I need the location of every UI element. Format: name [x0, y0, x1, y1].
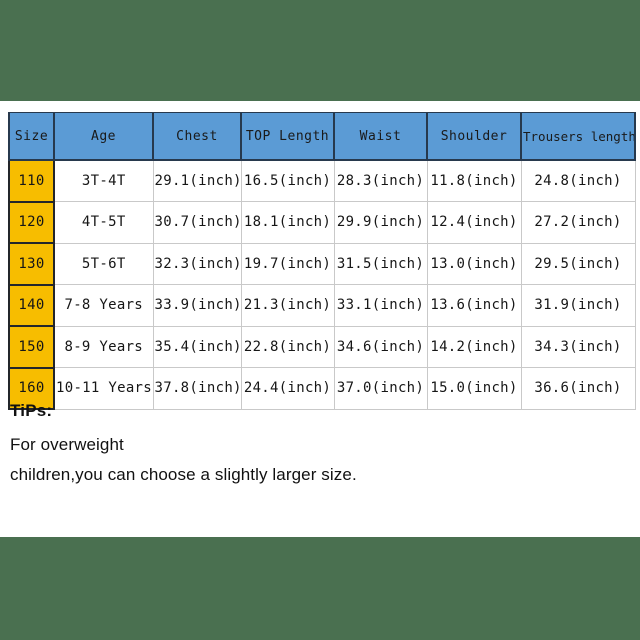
table-body: 110 3T-4T 29.1(inch) 16.5(inch) 28.3(inc… [8, 160, 636, 410]
top-background-band [0, 0, 640, 101]
table-header: Size Age Chest TOP Length Waist Shoulder… [8, 112, 636, 161]
column-header-size: Size [8, 112, 55, 161]
cell-trousers-length: 27.2(inch) [520, 201, 636, 244]
cell-age: 3T-4T [53, 160, 154, 202]
column-header-chest: Chest [152, 112, 242, 161]
cell-waist: 31.5(inch) [333, 243, 428, 285]
size-chart-table-container: Size Age Chest TOP Length Waist Shoulder… [8, 112, 636, 410]
size-chart-table: Size Age Chest TOP Length Waist Shoulder… [8, 112, 636, 410]
cell-age: 8-9 Years [53, 326, 154, 368]
cell-chest: 29.1(inch) [152, 160, 242, 202]
cell-chest: 32.3(inch) [152, 243, 242, 285]
column-header-top-length: TOP Length [240, 112, 335, 161]
cell-waist: 28.3(inch) [333, 160, 428, 202]
cell-shoulder: 12.4(inch) [426, 201, 522, 244]
cell-trousers-length: 34.3(inch) [520, 326, 636, 368]
cell-age: 4T-5T [53, 201, 154, 244]
table-row: 130 5T-6T 32.3(inch) 19.7(inch) 31.5(inc… [8, 243, 636, 286]
cell-age: 7-8 Years [53, 284, 154, 327]
column-header-age: Age [53, 112, 154, 161]
cell-trousers-length: 31.9(inch) [520, 284, 636, 327]
cell-size: 150 [8, 326, 55, 369]
tips-line-2: children,you can choose a slightly large… [10, 465, 357, 484]
table-row: 110 3T-4T 29.1(inch) 16.5(inch) 28.3(inc… [8, 160, 636, 203]
table-row: 150 8-9 Years 35.4(inch) 22.8(inch) 34.6… [8, 326, 636, 369]
cell-waist: 33.1(inch) [333, 284, 428, 327]
cell-size: 110 [8, 160, 55, 203]
cell-trousers-length: 24.8(inch) [520, 160, 636, 202]
cell-chest: 33.9(inch) [152, 284, 242, 327]
tips-line-1: For overweight [10, 435, 124, 454]
cell-shoulder: 11.8(inch) [426, 160, 522, 202]
table-row: 120 4T-5T 30.7(inch) 18.1(inch) 29.9(inc… [8, 201, 636, 244]
tips-section: TiPs: For overweight children,you can ch… [10, 400, 610, 490]
bottom-background-band [0, 537, 640, 640]
cell-top-length: 18.1(inch) [240, 201, 335, 244]
cell-age: 5T-6T [53, 243, 154, 285]
cell-waist: 34.6(inch) [333, 326, 428, 368]
cell-waist: 29.9(inch) [333, 201, 428, 244]
column-header-shoulder: Shoulder [426, 112, 522, 161]
cell-size: 140 [8, 284, 55, 327]
cell-shoulder: 13.6(inch) [426, 284, 522, 327]
cell-top-length: 19.7(inch) [240, 243, 335, 285]
table-header-row: Size Age Chest TOP Length Waist Shoulder… [8, 112, 636, 161]
cell-shoulder: 14.2(inch) [426, 326, 522, 368]
cell-size: 130 [8, 243, 55, 286]
cell-top-length: 22.8(inch) [240, 326, 335, 368]
cell-trousers-length: 29.5(inch) [520, 243, 636, 285]
cell-chest: 30.7(inch) [152, 201, 242, 244]
cell-top-length: 21.3(inch) [240, 284, 335, 327]
cell-top-length: 16.5(inch) [240, 160, 335, 202]
table-row: 140 7-8 Years 33.9(inch) 21.3(inch) 33.1… [8, 284, 636, 327]
column-header-waist: Waist [333, 112, 428, 161]
cell-shoulder: 13.0(inch) [426, 243, 522, 285]
column-header-trousers-length: Trousers length [520, 112, 636, 161]
tips-title: TiPs: [10, 401, 53, 420]
cell-size: 120 [8, 201, 55, 244]
cell-chest: 35.4(inch) [152, 326, 242, 368]
